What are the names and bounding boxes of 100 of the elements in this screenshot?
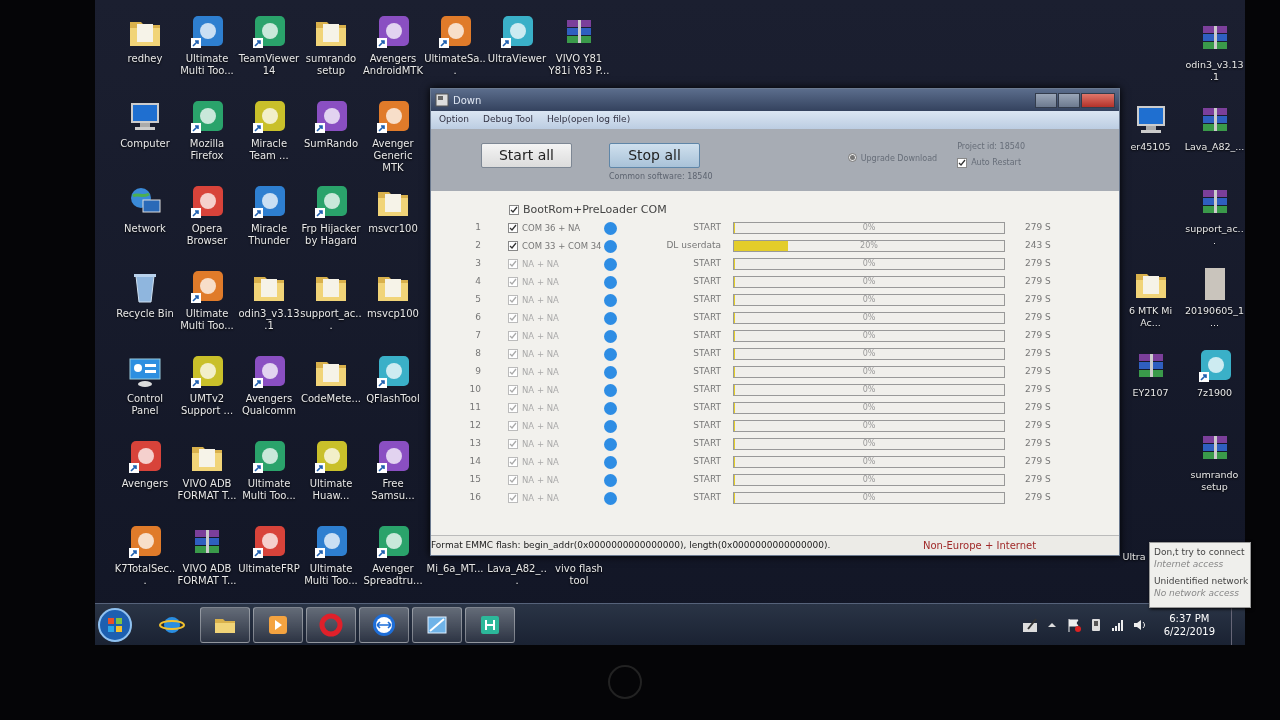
shortcut-tile-icon[interactable] <box>313 184 349 220</box>
status-dot <box>604 275 617 289</box>
port-time: 279 S <box>1025 347 1051 361</box>
maximize-button[interactable] <box>1058 92 1080 108</box>
desktop-icon-label: vivo flash tool <box>554 563 604 587</box>
shortcut-tile-icon[interactable] <box>251 524 287 560</box>
port-label: NA + NA <box>522 473 560 487</box>
desktop-icon-label: Free Samsu... <box>370 478 416 502</box>
shortcut-tile-icon[interactable] <box>127 439 163 475</box>
port-number: 7 <box>474 329 481 343</box>
status-dot <box>604 239 617 253</box>
shortcut-tile-icon[interactable] <box>313 99 349 135</box>
taskbar-button[interactable] <box>359 606 409 643</box>
start-all-button[interactable]: Start all <box>481 143 572 168</box>
shortcut-tile-icon[interactable] <box>375 524 411 560</box>
clock-date[interactable]: 6/22/2019 <box>1163 624 1215 638</box>
stop-all-button[interactable]: Stop all <box>609 143 700 168</box>
port-status: START <box>692 257 721 271</box>
shortcut-tile-icon[interactable] <box>251 99 287 135</box>
shortcut-tile-icon[interactable] <box>251 184 287 220</box>
port-status: START <box>692 293 721 307</box>
status-dot <box>604 221 617 235</box>
start-button[interactable] <box>97 606 133 643</box>
menu-item[interactable]: Help(open log file) <box>547 113 631 127</box>
shortcut-tile-icon[interactable] <box>251 439 287 475</box>
pen-tablet-icon[interactable] <box>1021 616 1038 633</box>
port-time: 279 S <box>1025 365 1051 379</box>
menu-item[interactable]: Debug Tool <box>483 113 533 127</box>
desktop-icon-label: Ultimate Multi Too... <box>303 563 359 587</box>
close-button[interactable] <box>1081 92 1115 108</box>
port-label: NA + NA <box>522 455 560 469</box>
shortcut-tile-icon[interactable] <box>127 524 163 560</box>
taskbar-button[interactable] <box>412 606 462 643</box>
taskbar-button[interactable] <box>465 606 515 643</box>
tooltip-text: Don,t try to connect <box>1154 546 1246 558</box>
checkbox[interactable] <box>509 205 519 215</box>
desktop-icon-label: 6 MTK Mi Ac... <box>1127 305 1174 329</box>
shortcut-tile-icon[interactable] <box>375 354 411 390</box>
port-number: 2 <box>474 239 481 253</box>
status-dot <box>604 329 617 343</box>
shortcut-tile-icon[interactable] <box>375 439 411 475</box>
checkbox-label: Auto Restart <box>971 157 1021 169</box>
desktop-icon-label: Ultimate Multi Too... <box>179 53 235 77</box>
checkbox[interactable] <box>508 241 518 251</box>
shortcut-tile-icon[interactable] <box>437 14 473 50</box>
port-status: START <box>692 437 721 451</box>
port-number: 5 <box>474 293 481 307</box>
port-label: NA + NA <box>522 347 560 361</box>
shortcut-tile-icon[interactable] <box>1196 348 1233 384</box>
shortcut-tile-icon[interactable] <box>313 439 349 475</box>
radio-button[interactable] <box>847 153 857 162</box>
shortcut-tile-icon[interactable] <box>375 99 411 135</box>
desktop-icon-label: VIVO ADB FORMAT T... <box>176 478 238 502</box>
port-label: COM 33 + COM 34 <box>522 239 603 253</box>
taskbar-button[interactable] <box>253 606 303 643</box>
radio-label: Upgrade Download <box>860 153 938 165</box>
port-label: NA + NA <box>522 491 560 505</box>
shortcut-tile-icon[interactable] <box>313 524 349 560</box>
shortcut-tile-icon[interactable] <box>189 14 225 50</box>
shortcut-tile-icon[interactable] <box>189 184 225 220</box>
desktop-icon-label: EY2107 <box>1132 387 1169 399</box>
desktop-icon-label: Computer <box>120 138 170 150</box>
minimize-button[interactable] <box>1035 92 1057 108</box>
desktop-icon-label: odin3_v3.13.1 <box>1184 59 1245 83</box>
taskbar-button[interactable] <box>200 606 250 643</box>
port-time: 279 S <box>1025 311 1051 325</box>
desktop-icon-label: VIVO Y81 Y81i Y83 P... <box>548 53 610 77</box>
menu-item[interactable]: Option <box>439 113 470 127</box>
checkbox[interactable] <box>508 223 518 233</box>
status-dot <box>604 473 617 487</box>
progress-percent: 0% <box>861 331 877 341</box>
status-dot <box>604 257 617 271</box>
port-number: 14 <box>468 455 481 469</box>
port-time: 279 S <box>1025 257 1051 271</box>
shortcut-tile-icon[interactable] <box>189 99 225 135</box>
desktop-icon-label: QFlashTool <box>366 393 420 405</box>
port-number: 8 <box>474 347 481 361</box>
shortcut-tile-icon[interactable] <box>189 269 225 305</box>
progress-percent: 0% <box>861 475 877 485</box>
flag-icon[interactable] <box>1065 616 1082 633</box>
port-time: 279 S <box>1025 275 1051 289</box>
shortcut-tile-icon[interactable] <box>189 354 225 390</box>
status-dot <box>604 365 617 379</box>
desktop-icon-label: VIVO ADB FORMAT T... <box>176 563 238 587</box>
status-dot <box>604 401 617 415</box>
port-number: 4 <box>474 275 481 289</box>
progress-percent: 0% <box>861 457 877 467</box>
shortcut-tile-icon[interactable] <box>499 14 535 50</box>
progress-percent: 0% <box>861 421 877 431</box>
shortcut-tile-icon[interactable] <box>251 354 287 390</box>
clock-time[interactable]: 6:37 PM <box>1169 611 1210 625</box>
desktop-icon-label: Miracle Thunder <box>247 223 291 247</box>
desktop-icon-label: SumRando <box>303 138 359 150</box>
shortcut-tile-icon[interactable] <box>251 14 287 50</box>
shortcut-tile-icon[interactable] <box>375 14 411 50</box>
desktop-icon-label: Control Panel <box>125 393 165 417</box>
progress-percent: 0% <box>861 439 877 449</box>
checkbox[interactable] <box>957 158 968 168</box>
port-number: 6 <box>474 311 481 325</box>
progress-percent: 0% <box>861 259 877 269</box>
